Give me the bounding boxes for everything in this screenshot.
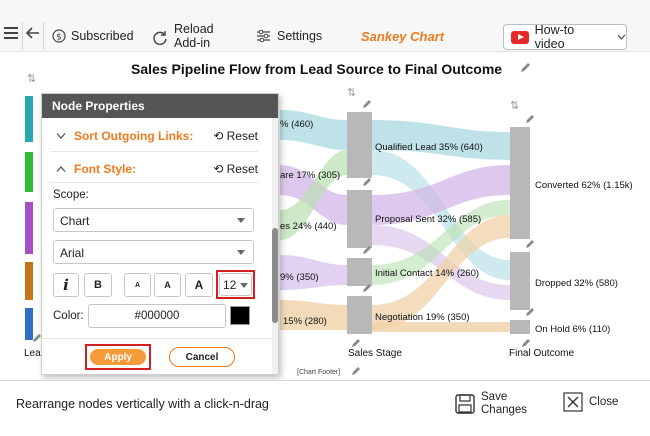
- edit-node-pencil-icon[interactable]: [522, 339, 530, 347]
- right-node-label: On Hold 6% (110): [535, 324, 611, 335]
- panel-scrollbar[interactable]: [272, 118, 278, 374]
- right-node-label: Converted 62% (1.15k): [535, 180, 633, 191]
- font-size-value: 12: [223, 278, 237, 292]
- middle-node-proposal-sent[interactable]: [347, 190, 372, 248]
- save-label-line2: Changes: [481, 404, 528, 416]
- color-label: Color:: [53, 310, 84, 322]
- scope-label: Scope:: [53, 189, 89, 201]
- save-icon: [455, 394, 475, 414]
- scope-value: Chart: [60, 214, 90, 228]
- right-node-converted[interactable]: [510, 127, 530, 239]
- font-size-large-button[interactable]: A: [185, 273, 213, 297]
- caret-down-icon: [240, 283, 248, 288]
- left-node-label: % (460): [280, 119, 314, 130]
- reset-icon: ⟲: [213, 162, 224, 176]
- panel-title: Node Properties: [42, 94, 278, 118]
- font-style-row[interactable]: Font Style: ⟲ Reset: [50, 162, 258, 176]
- color-hex-input[interactable]: #000000: [88, 304, 226, 328]
- font-size-select[interactable]: 12: [219, 273, 252, 296]
- node-properties-panel: Node Properties Sort Outgoing Links: ⟲ R…: [41, 93, 279, 375]
- middle-node-initial-contact[interactable]: [347, 258, 372, 286]
- right-node-dropped[interactable]: [510, 252, 530, 310]
- reset-label: Reset: [226, 129, 258, 143]
- left-node[interactable]: [25, 96, 33, 142]
- left-node[interactable]: [25, 152, 33, 192]
- left-node-label: es 24% (440): [280, 221, 337, 232]
- apply-button[interactable]: Apply: [90, 349, 146, 365]
- save-changes-button[interactable]: Save Changes: [455, 391, 527, 417]
- flow-link[interactable]: [280, 110, 347, 150]
- sort-outgoing-links-label: Sort Outgoing Links:: [74, 129, 194, 143]
- sort-outgoing-links-row[interactable]: Sort Outgoing Links: ⟲ Reset: [50, 129, 258, 143]
- font-family-select[interactable]: Arial: [53, 240, 254, 264]
- left-node-label: 9% (350): [280, 272, 319, 283]
- middle-node-label: Initial Contact 14% (260): [375, 268, 480, 279]
- color-swatch[interactable]: [230, 306, 250, 325]
- middle-node-negotiation[interactable]: [347, 296, 372, 334]
- edit-node-pencil-icon[interactable]: [526, 115, 534, 123]
- edit-node-pencil-icon[interactable]: [526, 240, 534, 248]
- middle-node-qualified-lead[interactable]: [347, 112, 372, 178]
- apply-highlight: Apply: [85, 344, 151, 370]
- cancel-button[interactable]: Cancel: [169, 347, 235, 367]
- middle-node-label: Negotiation 19% (350): [375, 312, 470, 323]
- edit-node-pencil-icon[interactable]: [363, 100, 371, 108]
- reset-icon: ⟲: [213, 129, 224, 143]
- left-node-label: are 17% (305): [280, 170, 341, 181]
- right-node-label: Dropped 32% (580): [535, 278, 618, 289]
- middle-node-label: Qualified Lead 35% (640): [375, 142, 483, 153]
- font-size-highlight: 12: [216, 270, 255, 299]
- left-node[interactable]: [25, 202, 33, 254]
- status-bar: Rearrange nodes vertically with a click-…: [0, 380, 650, 436]
- middle-node-label: Proposal Sent 32% (585): [375, 214, 482, 225]
- close-icon: [563, 392, 583, 412]
- sort-reset-button[interactable]: ⟲ Reset: [213, 129, 258, 143]
- status-hint: Rearrange nodes vertically with a click-…: [16, 397, 269, 411]
- scope-select[interactable]: Chart: [53, 208, 254, 232]
- font-reset-button[interactable]: ⟲ Reset: [213, 162, 258, 176]
- chart-footer[interactable]: [Chart Footer]: [297, 369, 340, 376]
- font-size-medium-button[interactable]: A: [154, 273, 181, 297]
- bold-button[interactable]: B: [84, 273, 112, 297]
- font-style-label: Font Style:: [74, 162, 136, 176]
- stage-label-middle: Sales Stage: [348, 348, 402, 359]
- caret-down-icon: [237, 250, 245, 255]
- close-label: Close: [589, 396, 619, 408]
- font-family-value: Arial: [60, 246, 85, 260]
- left-node[interactable]: [25, 308, 33, 340]
- chevron-down-icon: [56, 133, 66, 139]
- edit-node-pencil-icon[interactable]: [363, 178, 371, 186]
- italic-button[interactable]: i: [53, 273, 79, 297]
- edit-node-pencil-icon[interactable]: [352, 339, 360, 347]
- save-label-line1: Save: [481, 391, 508, 403]
- stage-label-right: Final Outcome: [509, 348, 575, 359]
- stage-label-left: Lea: [24, 348, 41, 359]
- left-node-label: 15% (280): [283, 316, 327, 327]
- caret-down-icon: [237, 218, 245, 223]
- left-node[interactable]: [25, 262, 33, 300]
- flow-link[interactable]: [372, 322, 510, 332]
- reset-label: Reset: [226, 162, 258, 176]
- right-node-on-hold[interactable]: [510, 320, 530, 334]
- edit-footer-pencil-icon[interactable]: [352, 367, 360, 375]
- edit-node-pencil-icon[interactable]: [33, 334, 41, 342]
- chevron-up-icon: [56, 166, 66, 172]
- font-size-small-button[interactable]: A: [124, 273, 151, 297]
- close-button[interactable]: Close: [563, 392, 618, 412]
- scrollbar-thumb[interactable]: [272, 228, 278, 323]
